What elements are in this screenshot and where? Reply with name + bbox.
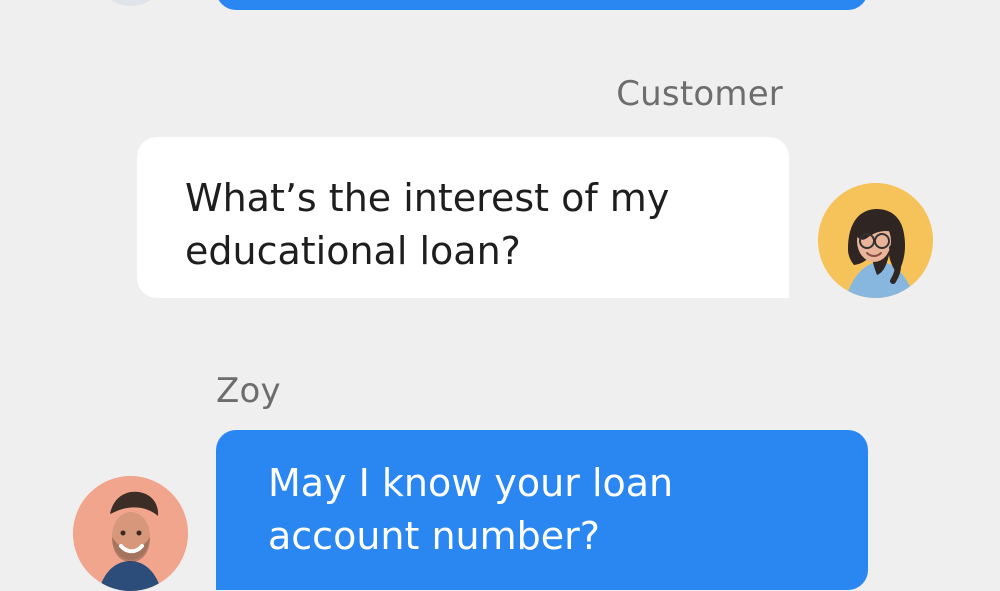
message-text: What’s the interest of my educational lo…	[185, 176, 670, 273]
chat-thread: Customer What’s the interest of my educa…	[0, 0, 1000, 591]
sender-name-zoy: Zoy	[216, 371, 281, 411]
customer-avatar-icon	[818, 183, 933, 298]
agent-avatar-icon	[73, 476, 188, 591]
agent-avatar	[73, 476, 188, 591]
customer-avatar	[818, 183, 933, 298]
avatar	[94, 0, 168, 6]
agent-message-bubble: May I know your loan account number?	[216, 430, 868, 590]
customer-message-bubble: What’s the interest of my educational lo…	[137, 137, 789, 298]
message-text: May I know your loan account number?	[268, 461, 674, 558]
sender-name-customer: Customer	[616, 74, 783, 114]
previous-message-bubble	[216, 0, 868, 10]
